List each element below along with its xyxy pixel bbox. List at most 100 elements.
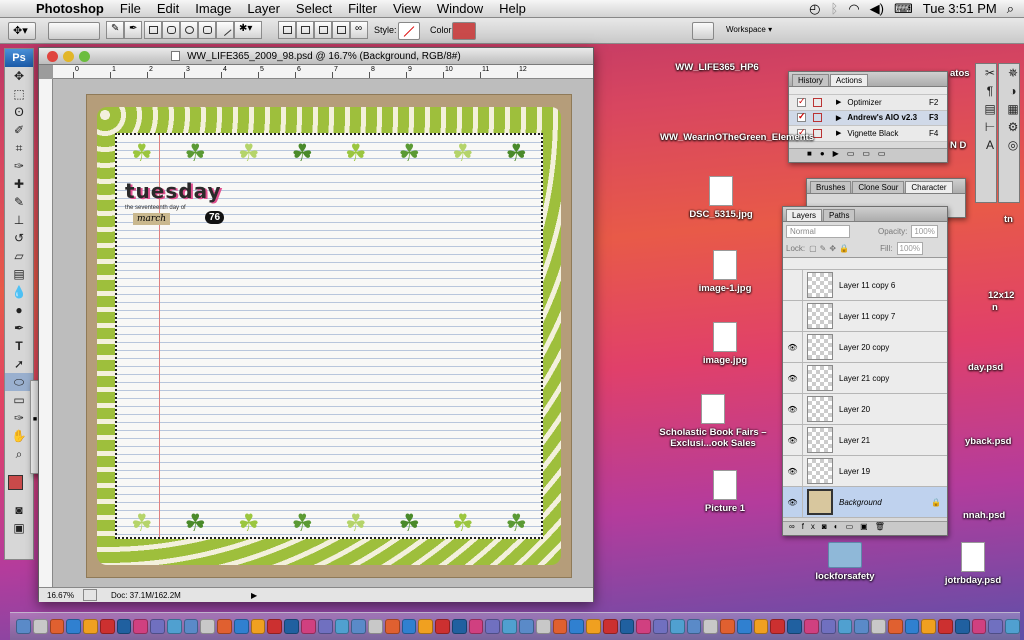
exclude-area-button[interactable] (332, 21, 350, 39)
layer-row[interactable]: 👁 Layer 21 copy (783, 363, 947, 394)
screen-mode-icon[interactable] (692, 22, 714, 40)
vertical-ruler[interactable] (39, 79, 53, 587)
dock-item[interactable] (66, 619, 82, 634)
styles-icon[interactable]: ▦ (999, 100, 1024, 118)
dialog-toggle[interactable] (813, 97, 822, 107)
volume-icon[interactable]: ◀) (870, 1, 884, 17)
dock-item[interactable] (669, 619, 685, 634)
dock-item[interactable] (351, 619, 367, 634)
dock-item[interactable] (887, 619, 903, 634)
tab-paths[interactable]: Paths (823, 209, 856, 221)
fill-input[interactable]: 100% (896, 242, 923, 255)
dock-item[interactable] (384, 619, 400, 634)
rectangle-shape-button[interactable] (144, 21, 162, 39)
dock-item[interactable] (518, 619, 534, 634)
shape-layers-toggle[interactable] (48, 22, 100, 40)
dock-item[interactable] (217, 619, 232, 634)
actions-toolbar[interactable]: ■●▶▭▭▭ (789, 148, 947, 162)
quick-select-tool-icon[interactable]: ✐ (5, 121, 33, 139)
desktop-icon[interactable]: DSC_5315.jpg (676, 176, 766, 220)
healing-brush-icon[interactable]: ✚ (5, 175, 33, 193)
tab-actions[interactable]: Actions (829, 74, 869, 86)
desktop-icon[interactable]: image.jpg (680, 322, 770, 366)
menu-image[interactable]: Image (187, 1, 239, 16)
navigator-icon[interactable]: ✵ (999, 64, 1024, 82)
dock-item[interactable] (418, 619, 434, 634)
status-menu-arrow-icon[interactable]: ▶ (251, 591, 257, 600)
dock-item[interactable] (250, 619, 266, 634)
custom-shape-button[interactable]: ✱▾ (234, 21, 262, 39)
keyboard-icon[interactable]: ⌨ (894, 1, 913, 17)
dock-item[interactable] (569, 619, 585, 634)
dock-item[interactable] (954, 619, 970, 634)
lasso-tool-icon[interactable]: ʘ (5, 103, 33, 121)
canvas-area[interactable]: ☘ ☘ ☘ ☘ ☘ ☘ ☘ ☘ ☘ ☘ ☘ ☘ ☘ ☘ ☘ ☘ tuesday the seventeent… (53, 79, 593, 587)
dock-item[interactable] (233, 619, 249, 634)
blend-mode-select[interactable]: Normal (786, 224, 850, 238)
dock-item[interactable] (971, 619, 987, 634)
horizontal-ruler[interactable]: 0 1 2 3 4 5 6 7 8 9 10 11 12 (53, 65, 593, 79)
layer-row[interactable]: 👁 Layer 21 (783, 425, 947, 456)
dock-item[interactable] (334, 619, 350, 634)
move-tool-icon[interactable]: ✥ (5, 67, 33, 85)
menu-help[interactable]: Help (491, 1, 534, 16)
dock-item[interactable] (938, 619, 953, 634)
action-row[interactable]: ▶ Andrew's AIO v2.3 F3 (789, 110, 947, 126)
dock-item[interactable] (401, 619, 417, 634)
visibility-eye-icon[interactable] (783, 270, 803, 300)
bluetooth-icon[interactable]: ᛒ (831, 1, 839, 16)
visibility-eye-icon[interactable]: 👁 (783, 332, 803, 362)
layer-row[interactable]: 👁 Layer 20 (783, 394, 947, 425)
dock-item[interactable] (636, 619, 652, 634)
dock-item[interactable] (586, 619, 601, 634)
menu-window[interactable]: Window (429, 1, 491, 16)
desktop-icon[interactable]: jotrbday.psd (928, 542, 1018, 586)
subtract-area-button[interactable] (296, 21, 314, 39)
visibility-eye-icon[interactable]: 👁 (783, 394, 803, 424)
dock-item[interactable] (83, 619, 98, 634)
workspace-menu[interactable]: Workspace ▾ (726, 25, 772, 34)
color-swatch[interactable] (452, 22, 476, 40)
action-arrow-icon[interactable]: ▶ (836, 129, 841, 137)
dock-item[interactable] (820, 619, 836, 634)
dock-item[interactable] (99, 619, 115, 634)
opacity-input[interactable]: 100% (911, 224, 938, 238)
dock-item[interactable] (770, 619, 786, 634)
app-menu[interactable]: Photoshop (28, 1, 112, 16)
tab-history[interactable]: History (792, 74, 829, 86)
dock-item[interactable] (485, 619, 501, 634)
tool-preset-picker[interactable]: ✥▾ (8, 22, 36, 40)
dock-item[interactable] (602, 619, 618, 634)
desktop-icon[interactable]: WW_WearinOTheGreen_Elements (660, 132, 814, 143)
dock-item[interactable] (49, 619, 65, 634)
crop-tool-icon[interactable]: ⌗ (5, 139, 33, 157)
polygon-shape-button[interactable] (198, 21, 216, 39)
eraser-tool-icon[interactable]: ▱ (5, 247, 33, 265)
pen-tool-icon[interactable]: ✒ (5, 319, 33, 337)
zoom-icon[interactable] (79, 51, 90, 62)
swatches-icon[interactable]: ⚙ (999, 118, 1024, 136)
dock-item[interactable] (535, 619, 551, 634)
ellipse-tool-icon[interactable]: ⬭ (5, 373, 33, 391)
dock-item[interactable] (988, 619, 1004, 634)
dock-item[interactable] (653, 619, 668, 634)
dock-item[interactable] (317, 619, 333, 634)
freeform-pen-button[interactable]: ✒ (124, 21, 142, 39)
type-tool-icon[interactable]: T (5, 337, 33, 355)
dodge-tool-icon[interactable]: ● (5, 301, 33, 319)
clock[interactable]: Tue 3:51 PM (923, 1, 997, 16)
action-row[interactable]: ▶ Optimizer F2 (789, 95, 947, 111)
dock-item[interactable] (502, 619, 517, 634)
menu-view[interactable]: View (385, 1, 429, 16)
dock-item[interactable] (686, 619, 702, 634)
dock-item[interactable] (552, 619, 568, 634)
action-toggle-checkbox[interactable] (797, 111, 806, 123)
visibility-eye-icon[interactable]: 👁 (783, 363, 803, 393)
tab-clone-source[interactable]: Clone Sour (852, 181, 905, 193)
clone-stamp-icon[interactable]: ⊥ (5, 211, 33, 229)
menu-layer[interactable]: Layer (239, 1, 288, 16)
action-toggle-checkbox[interactable] (797, 96, 806, 107)
color-icon[interactable]: ◑ (999, 82, 1024, 100)
dock-item[interactable] (753, 619, 769, 634)
foreground-color-swatch[interactable] (8, 475, 23, 490)
